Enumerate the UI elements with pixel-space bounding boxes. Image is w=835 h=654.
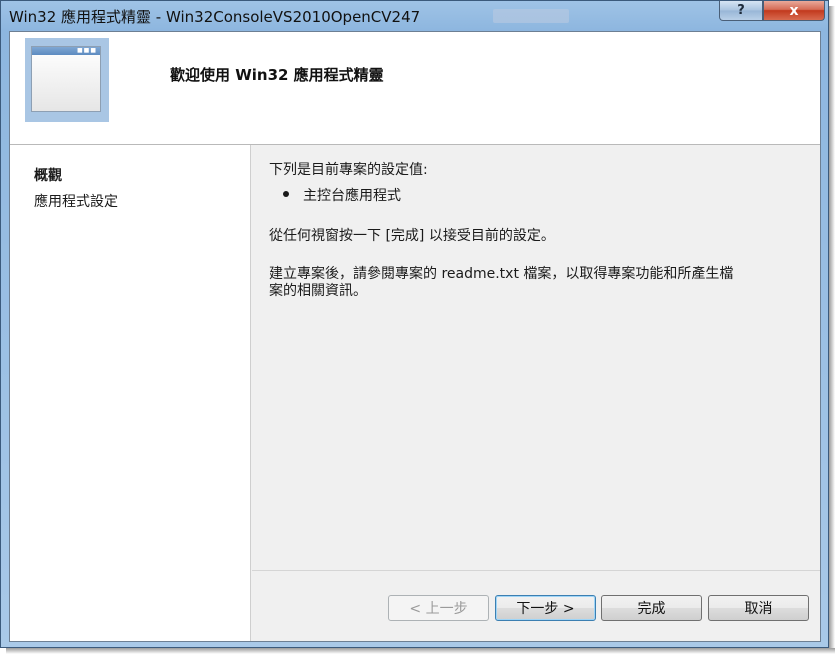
bullet-icon — [283, 191, 289, 197]
back-button[interactable]: < 上一步 — [388, 595, 489, 621]
sidebar-item-application-settings[interactable]: 應用程式設定 — [34, 191, 118, 211]
window-graphic: ■■■ — [31, 46, 101, 112]
cancel-button[interactable]: 取消 — [708, 595, 809, 621]
settings-intro-text: 下列是目前專案的設定值: — [269, 162, 428, 178]
close-button[interactable]: x — [763, 1, 825, 21]
help-button[interactable]: ? — [719, 1, 763, 21]
bullet-text: 主控台應用程式 — [303, 188, 401, 204]
page-title: 歡迎使用 Win32 應用程式精靈 — [170, 66, 384, 84]
help-icon: ? — [737, 3, 745, 18]
close-icon: x — [789, 2, 799, 19]
readme-info-line-2: 案的相關資訊。 — [269, 283, 367, 299]
title-bar[interactable]: Win32 應用程式精靈 - Win32ConsoleVS2010OpenCV2… — [1, 1, 828, 31]
settings-bullet-item: 主控台應用程式 — [283, 185, 401, 205]
finish-hint-text: 從任何視窗按一下 [完成] 以接受目前的設定。 — [269, 228, 555, 244]
wizard-content: 下列是目前專案的設定值: 主控台應用程式 從任何視窗按一下 [完成] 以接受目前… — [251, 145, 820, 560]
next-button[interactable]: 下一步 > — [495, 595, 596, 621]
window-title: Win32 應用程式精靈 - Win32ConsoleVS2010OpenCV2… — [9, 8, 421, 26]
finish-button[interactable]: 完成 — [601, 595, 702, 621]
wizard-sidebar: 概觀 應用程式設定 — [10, 145, 251, 641]
window-shadow-bottom — [6, 648, 835, 654]
wizard-window: Win32 應用程式精靈 - Win32ConsoleVS2010OpenCV2… — [0, 0, 829, 648]
window-shadow-right — [829, 6, 835, 654]
wizard-header: ■■■ 歡迎使用 Win32 應用程式精靈 — [10, 32, 820, 145]
footer-divider — [252, 570, 820, 571]
title-bar-ghost-overlay — [493, 9, 569, 23]
wizard-client-area: ■■■ 歡迎使用 Win32 應用程式精靈 概觀 應用程式設定 下列是目前專案的… — [9, 31, 821, 642]
window-graphic-titlebar: ■■■ — [32, 47, 100, 55]
wizard-window-icon: ■■■ — [25, 38, 109, 122]
sidebar-item-overview[interactable]: 概觀 — [34, 165, 62, 185]
